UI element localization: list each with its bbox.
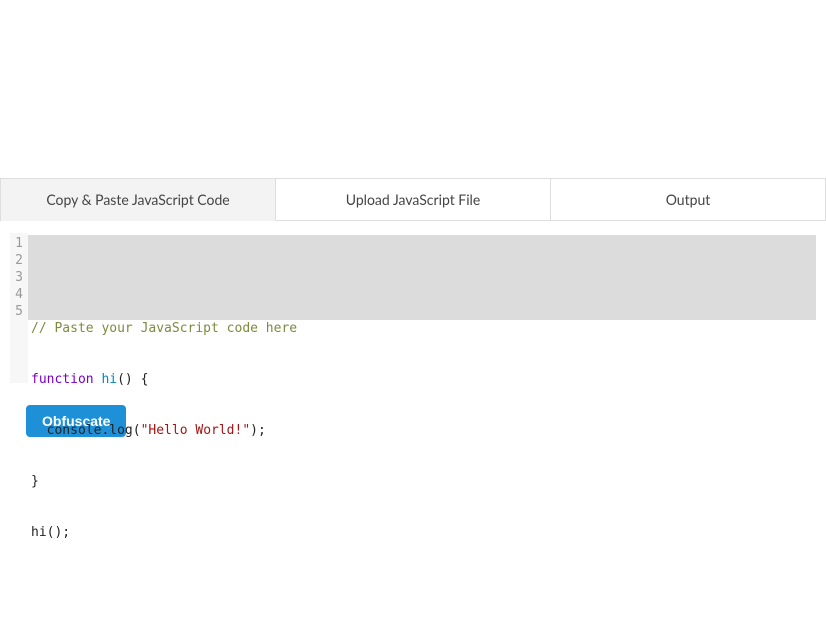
line-gutter: 1 2 3 4 5 (10, 233, 28, 383)
code-editor[interactable]: 1 2 3 4 5 // Paste your JavaScript code … (10, 233, 816, 383)
tab-output[interactable]: Output (551, 179, 825, 221)
code-area[interactable]: // Paste your JavaScript code here funct… (28, 233, 816, 383)
code-token: ); (250, 423, 266, 438)
code-token: () { (117, 372, 148, 387)
line-number: 5 (14, 303, 23, 320)
code-token: console.log( (31, 423, 141, 438)
line-number: 1 (14, 235, 23, 252)
code-token-comment: // Paste your JavaScript code here (31, 321, 297, 336)
code-token-keyword: function (31, 372, 94, 387)
line-number: 4 (14, 286, 23, 303)
tab-copy-paste[interactable]: Copy & Paste JavaScript Code (1, 179, 276, 221)
tabs-bar: Copy & Paste JavaScript Code Upload Java… (0, 178, 826, 221)
tab-label: Copy & Paste JavaScript Code (46, 191, 229, 208)
tab-label: Upload JavaScript File (346, 191, 481, 208)
code-token-string: "Hello World!" (141, 423, 251, 438)
tab-label: Output (666, 191, 711, 208)
tab-upload-file[interactable]: Upload JavaScript File (276, 179, 551, 221)
line-number: 2 (14, 252, 23, 269)
code-content: // Paste your JavaScript code here funct… (31, 286, 816, 575)
line-number: 3 (14, 269, 23, 286)
editor-panel: 1 2 3 4 5 // Paste your JavaScript code … (0, 221, 826, 399)
code-token-funcname: hi (101, 372, 117, 387)
main-panel: Copy & Paste JavaScript Code Upload Java… (0, 178, 826, 455)
code-token: } (31, 474, 39, 489)
code-token: hi(); (31, 525, 70, 540)
